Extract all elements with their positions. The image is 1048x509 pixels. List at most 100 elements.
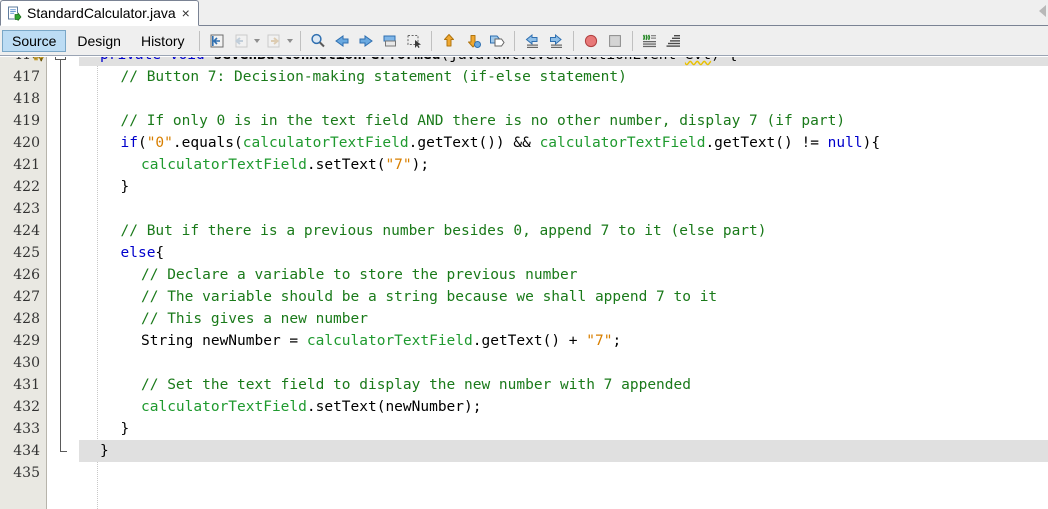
line-number: 433 xyxy=(13,421,40,437)
line-number-gutter[interactable]: 4164174184194204214224234244254264274284… xyxy=(0,57,47,509)
toolbar-separator xyxy=(631,30,633,51)
code-token-pln: .setText( xyxy=(306,157,386,173)
warning-lightbulb-icon[interactable] xyxy=(28,57,44,63)
code-token-cmt: // Set the text field to display the new… xyxy=(141,377,691,393)
code-text-area[interactable]: private void sevenButtonActionPerformed(… xyxy=(79,57,1048,509)
toggle-bookmark-icon[interactable] xyxy=(379,30,401,52)
source-editor[interactable]: 4164174184194204214224234244254264274284… xyxy=(0,57,1048,509)
code-line[interactable]: // Declare a variable to store the previ… xyxy=(79,264,1048,286)
code-token-kw: else xyxy=(120,245,156,261)
code-token-fld: calculatorTextField xyxy=(539,135,706,151)
code-line[interactable]: } xyxy=(79,440,1048,462)
code-token-warnu: evt xyxy=(685,57,711,63)
code-line[interactable]: // Set the text field to display the new… xyxy=(79,374,1048,396)
shift-line-down-icon[interactable] xyxy=(462,30,484,52)
code-line[interactable]: // Button 7: Decision-making statement (… xyxy=(79,66,1048,88)
line-number: 421 xyxy=(13,157,40,173)
code-token-pln: ) { xyxy=(711,57,737,63)
stop-macro-recording-icon[interactable] xyxy=(604,30,626,52)
code-token-str: "7" xyxy=(586,333,613,349)
code-token-fld: calculatorTextField xyxy=(141,157,307,173)
toolbar-separator xyxy=(572,30,574,51)
code-token-pln: ( xyxy=(137,135,147,151)
inspect-hierarchy-icon[interactable] xyxy=(663,30,685,52)
shift-line-right-icon[interactable] xyxy=(545,30,567,52)
line-number: 427 xyxy=(13,289,40,305)
tab-source[interactable]: Source xyxy=(2,29,67,52)
code-token-pln xyxy=(161,57,170,63)
code-line[interactable] xyxy=(79,198,1048,220)
editor-tab-standardcalculator[interactable]: StandardCalculator.java × xyxy=(0,0,199,26)
shift-line-left-icon[interactable] xyxy=(521,30,543,52)
toolbar-separator xyxy=(430,30,432,51)
code-token-cmt: // Declare a variable to store the previ… xyxy=(141,267,578,283)
forward-navigation-icon[interactable] xyxy=(263,30,285,52)
code-token-pln: { xyxy=(155,245,165,261)
code-token-pln: } xyxy=(100,443,109,459)
back-navigation-icon[interactable] xyxy=(230,30,252,52)
code-line[interactable]: calculatorTextField.setText(newNumber); xyxy=(79,396,1048,418)
code-line[interactable]: calculatorTextField.setText("7"); xyxy=(79,154,1048,176)
code-fold-bar[interactable] xyxy=(48,57,79,509)
line-number: 425 xyxy=(13,245,40,261)
code-line[interactable] xyxy=(79,352,1048,374)
code-token-fld: calculatorTextField xyxy=(306,333,473,349)
code-line[interactable] xyxy=(79,88,1048,110)
code-token-cmt: // This gives a new number xyxy=(141,311,368,327)
code-token-mth: sevenButtonActionPerformed xyxy=(214,57,441,63)
code-token-fld: calculatorTextField xyxy=(141,399,307,415)
code-token-pln xyxy=(205,57,214,63)
editor-tab-title: StandardCalculator.java xyxy=(27,5,176,21)
code-token-pln: ; xyxy=(612,333,622,349)
code-token-pln: ); xyxy=(411,157,430,173)
code-line[interactable]: } xyxy=(79,418,1048,440)
find-selection-icon[interactable] xyxy=(307,30,329,52)
line-number: 430 xyxy=(13,355,40,371)
next-bookmark-icon[interactable] xyxy=(355,30,377,52)
code-token-str: "0" xyxy=(146,135,173,151)
code-token-pln: String newNumber = xyxy=(141,333,307,349)
line-number: 417 xyxy=(13,69,40,85)
toggle-rectangular-selection-icon[interactable] xyxy=(403,30,425,52)
netbeans-editor-window: StandardCalculator.java × Source Design … xyxy=(0,0,1048,509)
code-line[interactable] xyxy=(79,462,1048,484)
inspect-members-icon[interactable] xyxy=(639,30,661,52)
shift-line-up-icon[interactable] xyxy=(438,30,460,52)
code-line[interactable]: private void sevenButtonActionPerformed(… xyxy=(79,57,1048,66)
chevron-down-icon[interactable] xyxy=(253,30,262,52)
code-line[interactable]: // This gives a new number xyxy=(79,308,1048,330)
previous-bookmark-icon[interactable] xyxy=(331,30,353,52)
tab-design[interactable]: Design xyxy=(68,30,130,52)
start-macro-recording-icon[interactable] xyxy=(580,30,602,52)
last-edit-position-icon[interactable] xyxy=(206,30,228,52)
line-number: 422 xyxy=(13,179,40,195)
code-token-pln: .equals( xyxy=(172,135,243,151)
code-line[interactable]: // If only 0 is in the text field AND th… xyxy=(79,110,1048,132)
code-line[interactable]: // But if there is a previous number bes… xyxy=(79,220,1048,242)
line-number: 435 xyxy=(13,465,40,481)
chevron-down-icon[interactable] xyxy=(286,30,295,52)
close-icon[interactable]: × xyxy=(181,6,191,20)
code-line[interactable]: String newNumber = calculatorTextField.g… xyxy=(79,330,1048,352)
code-token-cmt: // Button 7: Decision-making statement (… xyxy=(120,69,627,85)
code-token-pln: (java.awt.event.ActionEvent xyxy=(440,57,684,63)
code-token-cmt: // If only 0 is in the text field AND th… xyxy=(120,113,846,129)
code-line[interactable]: if("0".equals( calculatorTextField.getTex… xyxy=(79,132,1048,154)
code-line[interactable]: else{ xyxy=(79,242,1048,264)
comment-icon[interactable] xyxy=(486,30,508,52)
code-token-pln: } xyxy=(120,421,130,437)
line-number: 428 xyxy=(13,311,40,327)
tab-history[interactable]: History xyxy=(132,30,194,52)
code-token-pln: ){ xyxy=(862,135,881,151)
code-token-cmt: // The variable should be a string becau… xyxy=(141,289,718,305)
line-number: 418 xyxy=(13,91,40,107)
code-token-pln: .getText() + xyxy=(472,333,587,349)
scroll-left-arrow-icon[interactable] xyxy=(1039,5,1046,17)
fold-range-end xyxy=(60,451,67,452)
code-token-cmt: // But if there is a previous number bes… xyxy=(120,223,767,239)
code-token-pln: .getText()) && xyxy=(408,135,540,151)
code-token-kw: private xyxy=(100,57,161,63)
code-line[interactable]: // The variable should be a string becau… xyxy=(79,286,1048,308)
code-line[interactable]: } xyxy=(79,176,1048,198)
code-token-kw: if xyxy=(120,135,138,151)
